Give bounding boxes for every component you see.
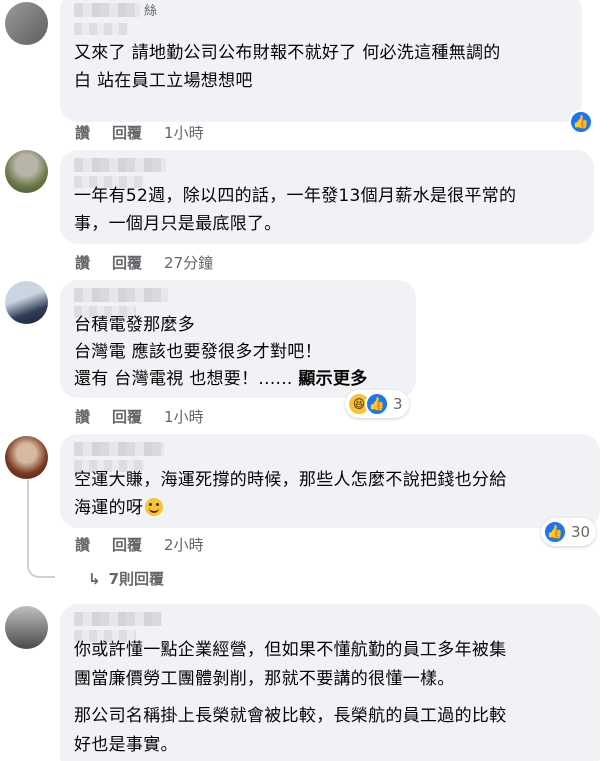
comment-text: 你或許懂一點企業經營，但如果不懂航勤的員工多年被集 團當廉價勞工團體剝削，那就不…: [74, 640, 507, 689]
avatar[interactable]: [5, 150, 48, 193]
comment-text: 空運大賺，海運死撐的時候，那些人怎麼不說把錢也分給 海運的呀: [74, 466, 586, 522]
comment-time[interactable]: 2小時: [164, 534, 204, 555]
like-button[interactable]: 讚: [75, 534, 90, 555]
comment-text-body: 空運大賺，海運死撐的時候，那些人怎麼不說把錢也分給 海運的呀: [74, 470, 507, 518]
reply-button[interactable]: 回覆: [112, 122, 142, 143]
view-replies-button[interactable]: ↳ 7則回覆: [88, 568, 164, 589]
like-button[interactable]: 讚: [75, 406, 90, 427]
avatar[interactable]: [5, 606, 48, 649]
comment-bubble: 絲 又來了 請地勤公司公布財報不就好了 何必洗這種無調的 白 站在員工立場想想吧: [60, 0, 582, 122]
reply-button[interactable]: 回覆: [112, 534, 142, 555]
comment-text-body: 台積電發那麼多 台灣電 應該也要發很多才對吧！ 還有 台灣電視 也想要！....…: [74, 315, 322, 389]
reaction-count: 30: [571, 523, 591, 541]
commenter-name[interactable]: [74, 158, 166, 172]
commenter-name-fragment: 絲: [144, 4, 158, 19]
smile-emoji-icon: [145, 498, 164, 516]
thread-line: [27, 480, 29, 562]
avatar[interactable]: [5, 436, 48, 479]
reaction-summary[interactable]: 👍: [567, 108, 595, 136]
comment-text: 又來了 請地勤公司公布財報不就好了 何必洗這種無調的 白 站在員工立場想想吧: [74, 43, 501, 91]
comment-actions: 讚 回覆 2小時: [75, 534, 204, 555]
commenter-subtitle: [74, 23, 128, 35]
thread-connector: [27, 562, 55, 578]
comment-bubble: 空運大賺，海運死撐的時候，那些人怎麼不說把錢也分給 海運的呀: [60, 434, 600, 528]
comment-time[interactable]: 27分鐘: [164, 252, 213, 273]
commenter-name[interactable]: [74, 2, 140, 17]
like-reaction-icon: 👍: [569, 110, 593, 134]
comment-bubble: 台積電發那麼多 台灣電 應該也要發很多才對吧！ 還有 台灣電視 也想要！....…: [60, 280, 416, 398]
comment-actions: 讚 回覆 1小時: [75, 406, 204, 427]
comment-actions: 讚 回覆 1小時: [75, 122, 204, 143]
comment-text-paragraph-2: 那公司名稱掛上長榮就會被比較，長榮航的員工過的比較 好也是事實。: [74, 706, 507, 755]
commenter-name[interactable]: [74, 288, 168, 302]
like-button[interactable]: 讚: [75, 122, 90, 143]
like-button[interactable]: 讚: [75, 252, 90, 273]
replies-count-label: 7則回覆: [108, 570, 165, 588]
comment-text: 一年有52週，除以四的話，一年發13個月薪水是很平常的 事，一個月只是最底限了。: [74, 186, 517, 234]
comment-time[interactable]: 1小時: [164, 122, 204, 143]
like-reaction-icon: 👍: [543, 520, 567, 544]
reply-button[interactable]: 回覆: [112, 406, 142, 427]
comment-bubble: 你或許懂一點企業經營，但如果不懂航勤的員工多年被集 團當廉價勞工團體剝削，那就不…: [60, 604, 600, 761]
avatar[interactable]: [5, 2, 48, 45]
comment-text: 台積電發那麼多 台灣電 應該也要發很多才對吧！ 還有 台灣電視 也想要！....…: [74, 312, 402, 393]
reply-button[interactable]: 回覆: [112, 252, 142, 273]
comment-bubble: 一年有52週，除以四的話，一年發13個月薪水是很平常的 事，一個月只是最底限了。: [60, 150, 594, 244]
see-more-link[interactable]: 顯示更多: [298, 369, 367, 389]
reaction-summary[interactable]: 😆 👍 3: [345, 390, 409, 418]
comment-time[interactable]: 1小時: [164, 406, 204, 427]
reaction-summary[interactable]: 👍 30: [541, 518, 597, 546]
commenter-name[interactable]: [74, 442, 164, 456]
reply-arrow-icon: ↳: [88, 569, 101, 588]
reaction-count: 3: [393, 395, 403, 413]
avatar[interactable]: [5, 281, 48, 324]
commenter-name[interactable]: [74, 612, 162, 626]
comment-actions: 讚 回覆 27分鐘: [75, 252, 213, 273]
like-reaction-icon: 👍: [365, 392, 389, 416]
